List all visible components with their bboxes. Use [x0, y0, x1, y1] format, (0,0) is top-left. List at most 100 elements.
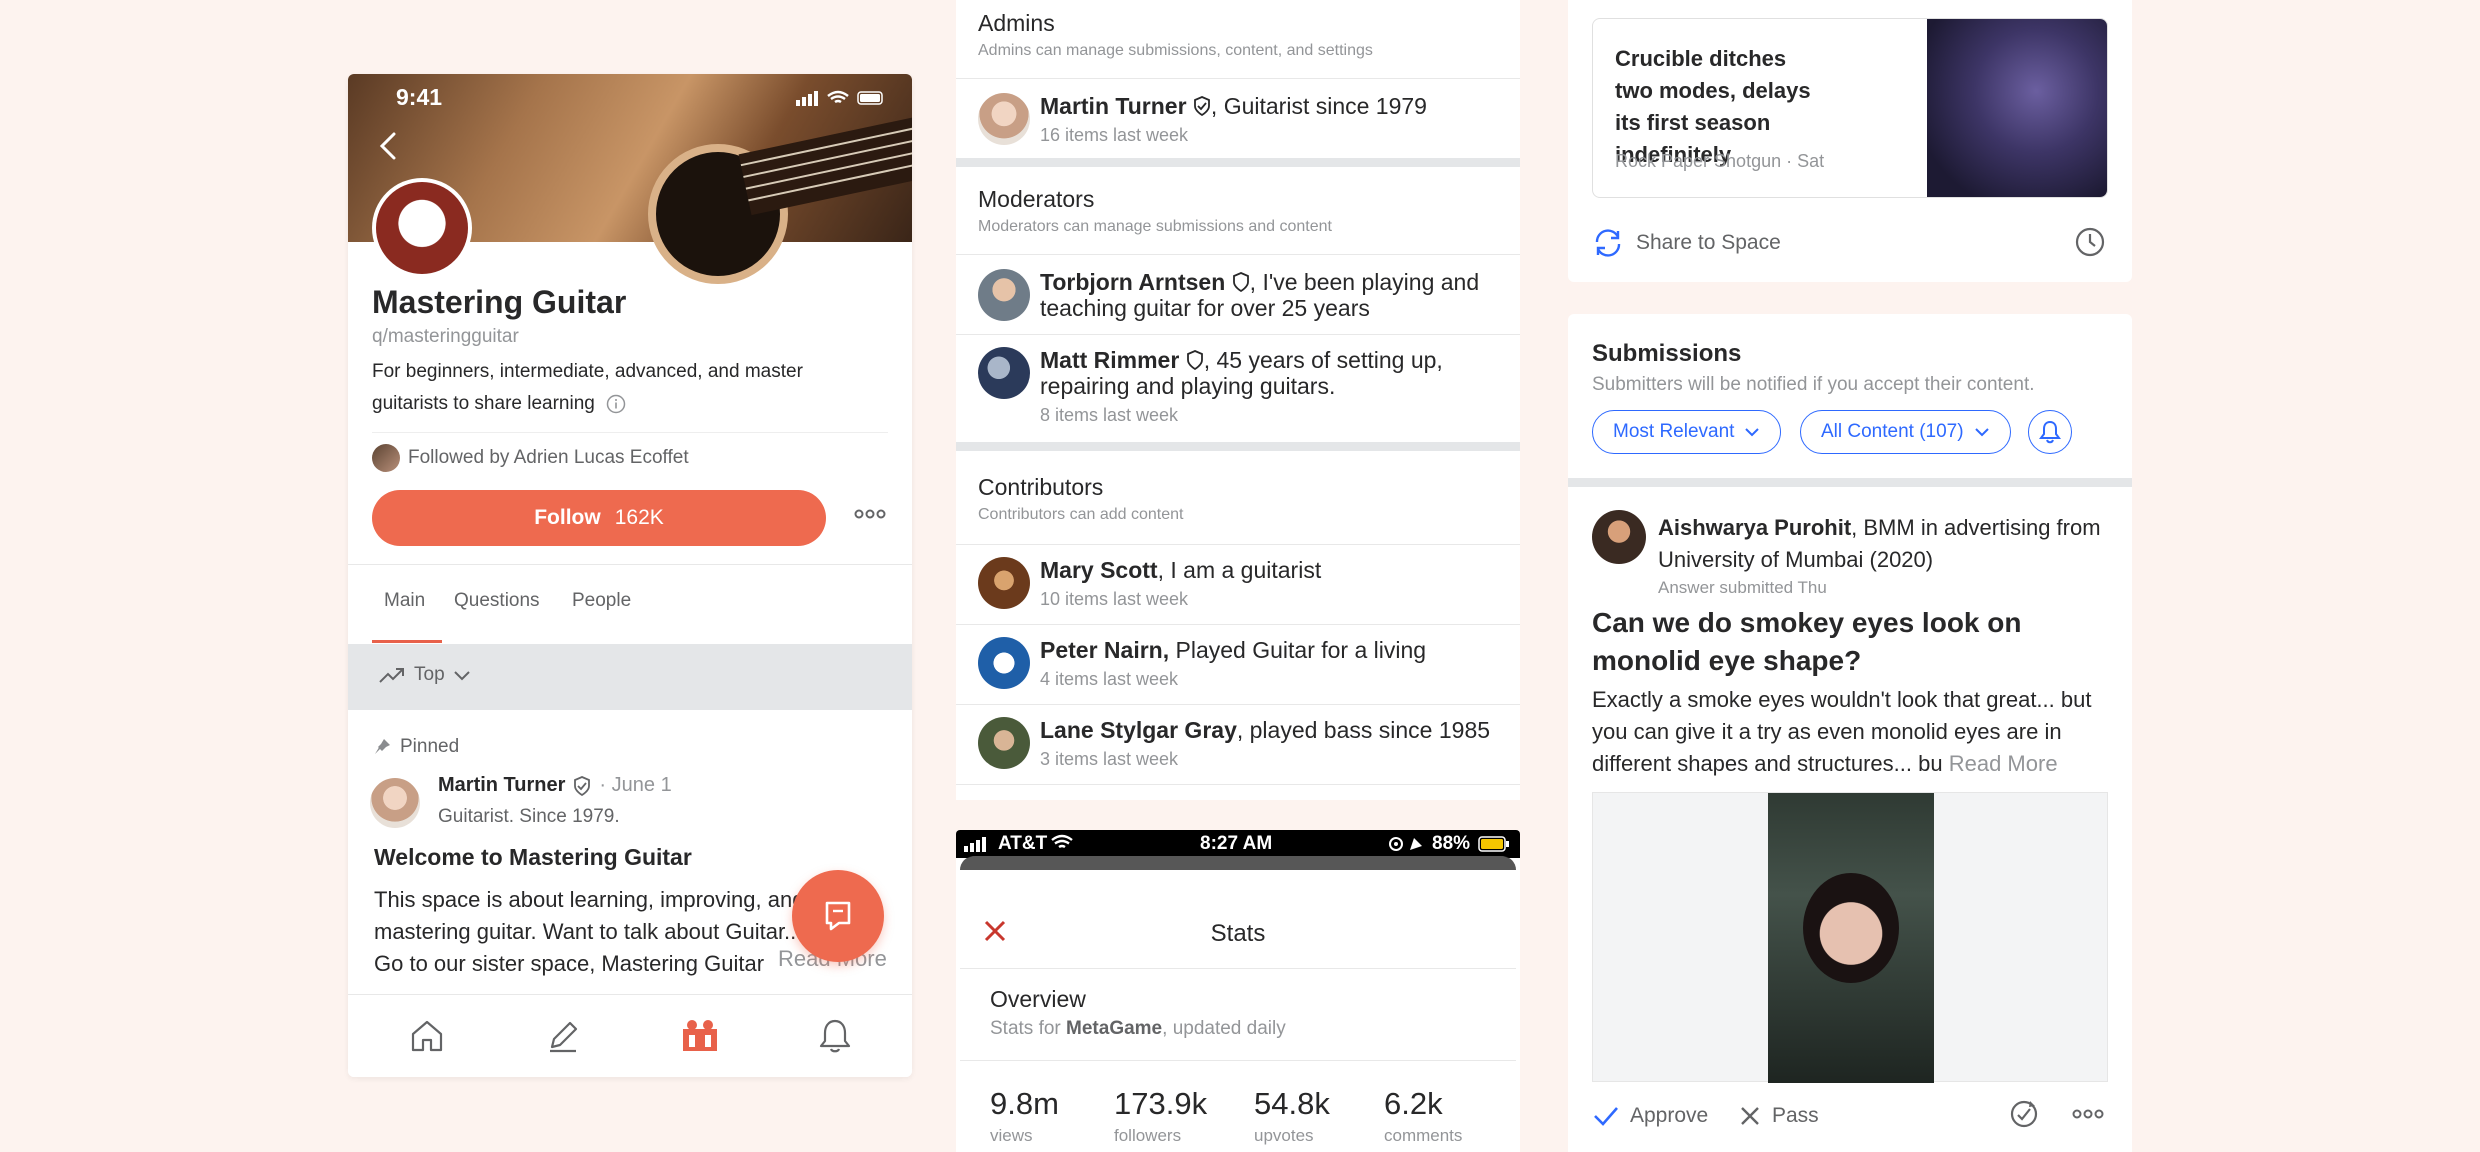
admins-heading: Admins [978, 10, 1055, 36]
history-icon[interactable] [2008, 1098, 2040, 1130]
clock-icon[interactable] [2074, 226, 2106, 258]
follow-button[interactable]: Follow 162K [372, 490, 826, 546]
list-item[interactable]: Matt Rimmer , 45 years of setting up, rep… [956, 334, 1520, 442]
filter-label: All Content (107) [1821, 421, 1964, 442]
member-name-line: Torbjorn Arntsen , I've been playing and… [1040, 269, 1480, 321]
followed-by[interactable]: Followed by Adrien Lucas Ecoffet [372, 444, 689, 472]
share-to-space-button[interactable]: Share to Space [1592, 228, 1781, 258]
location-icon [1388, 835, 1428, 853]
member-name-line: Lane Stylgar Gray, played bass since 198… [1040, 717, 1491, 743]
close-icon [1738, 1104, 1762, 1128]
avatar [978, 717, 1030, 769]
avatar [978, 269, 1030, 321]
sort-label: Top [414, 664, 445, 685]
moderator-badge-icon [1232, 272, 1250, 292]
member-activity: 4 items last week [1040, 669, 1179, 689]
carrier: AT&T [998, 833, 1048, 854]
sort-bar: Top [348, 644, 912, 710]
member-name-line: Peter Nairn, Played Guitar for a living [1040, 637, 1427, 663]
home-icon[interactable] [408, 1017, 446, 1055]
stat-followers: 173.9k followers [1114, 1086, 1208, 1145]
divider [960, 1060, 1516, 1061]
overview-subtitle: Stats for MetaGame, updated daily [990, 1018, 1286, 1039]
status-bar: AT&T 8:27 AM 88% [956, 830, 1520, 858]
stats-title: Stats [1210, 920, 1266, 947]
bottom-nav [348, 994, 912, 1077]
space-handle: q/masteringguitar [372, 326, 519, 347]
member-name-line: Martin Turner , Guitarist since 1979 [1040, 93, 1427, 119]
answer-image[interactable] [1592, 792, 2108, 1083]
compose-icon [821, 899, 855, 933]
space-title: Mastering Guitar [372, 284, 627, 320]
answer-meta: Answer submitted Thu [1658, 578, 1827, 597]
approve-button[interactable]: Approve [1592, 1104, 1708, 1128]
member-activity: 8 items last week [1040, 405, 1179, 425]
share-icon [1592, 228, 1624, 258]
notify-toggle[interactable] [2028, 410, 2072, 454]
tab-main[interactable]: Main [384, 590, 425, 612]
info-icon[interactable] [606, 394, 626, 414]
question-title[interactable]: Can we do smokey eyes look on monolid ey… [1592, 604, 2112, 680]
more-options-icon[interactable] [2072, 1108, 2104, 1120]
pass-button[interactable]: Pass [1738, 1104, 1819, 1128]
list-item[interactable]: Peter Nairn, Played Guitar for a living … [956, 624, 1520, 704]
tab-people[interactable]: People [572, 590, 631, 612]
admin-badge-icon [1193, 96, 1211, 116]
answer-author-avatar[interactable] [1592, 510, 1646, 564]
follower-avatar [372, 444, 400, 472]
list-item[interactable]: Mary Scott, I am a guitarist 10 items la… [956, 544, 1520, 624]
wifi-icon [1050, 834, 1074, 852]
author-name[interactable]: Aishwarya Purohit [1658, 515, 1851, 540]
relevance-filter[interactable]: Most Relevant [1592, 410, 1782, 454]
post-author: Martin Turner · June 1 [438, 774, 672, 797]
approve-label: Approve [1630, 1104, 1709, 1127]
answer-body: Exactly a smoke eyes wouldn't look that … [1592, 687, 2092, 776]
list-item[interactable]: Torbjorn Arntsen , I've been playing and… [956, 254, 1520, 334]
space-description: For beginners, intermediate, advanced, a… [372, 361, 803, 414]
admin-badge-icon [573, 775, 591, 796]
post-title[interactable]: Welcome to Mastering Guitar [374, 844, 692, 871]
member-activity: 10 items last week [1040, 589, 1189, 609]
back-arrow-icon[interactable] [378, 130, 398, 162]
post-body: This space is about learning, improving,… [374, 887, 805, 976]
content-filter[interactable]: All Content (107) [1800, 410, 2011, 454]
contributors-heading: Contributors [978, 474, 1104, 500]
spaces-icon[interactable] [680, 1017, 720, 1055]
author-avatar[interactable] [370, 778, 420, 828]
tab-questions[interactable]: Questions [454, 590, 540, 612]
author-name[interactable]: Martin Turner [438, 774, 565, 797]
list-item [956, 784, 1520, 800]
moderator-badge-icon [1186, 350, 1204, 370]
sort-dropdown[interactable]: Top [378, 664, 471, 686]
chevron-down-icon [1974, 427, 1990, 437]
section-divider [956, 158, 1520, 167]
read-more-link[interactable]: Read More [1949, 751, 2058, 776]
notifications-icon[interactable] [816, 1017, 854, 1055]
trending-icon [378, 665, 406, 685]
compose-fab[interactable] [792, 870, 884, 962]
moderators-description: Moderators can manage submissions and co… [978, 218, 1332, 235]
list-item[interactable]: Lane Stylgar Gray, played bass since 198… [956, 704, 1520, 784]
stat-views: 9.8m views [990, 1086, 1059, 1145]
member-activity: 3 items last week [1040, 749, 1179, 769]
news-thumbnail [1927, 19, 2107, 197]
news-source: Rock Paper Shotgun · Sat [1615, 151, 1825, 171]
list-item[interactable]: Martin Turner , Guitarist since 1979 16 … [956, 78, 1520, 158]
share-label: Share to Space [1636, 231, 1781, 254]
submissions-title: Submissions [1592, 340, 1742, 367]
avatar [978, 93, 1030, 145]
battery-icon [1478, 836, 1510, 852]
chevron-down-icon [1744, 427, 1760, 437]
author-credential: Guitarist. Since 1979. [438, 806, 620, 827]
news-link-preview[interactable]: Crucible ditches two modes, delays its f… [1592, 18, 2108, 198]
pin-icon [372, 737, 392, 757]
edit-icon[interactable] [544, 1017, 582, 1055]
stat-upvotes: 54.8k upvotes [1254, 1086, 1330, 1145]
active-tab-indicator [372, 640, 442, 643]
contributors-description: Contributors can add content [978, 506, 1184, 523]
followed-by-text: Followed by Adrien Lucas Ecoffet [408, 447, 689, 468]
more-options-icon[interactable] [854, 508, 886, 520]
overview-title: Overview [990, 986, 1086, 1012]
share-news-card: Crucible ditches two modes, delays its f… [1568, 0, 2132, 282]
avatar [978, 637, 1030, 689]
